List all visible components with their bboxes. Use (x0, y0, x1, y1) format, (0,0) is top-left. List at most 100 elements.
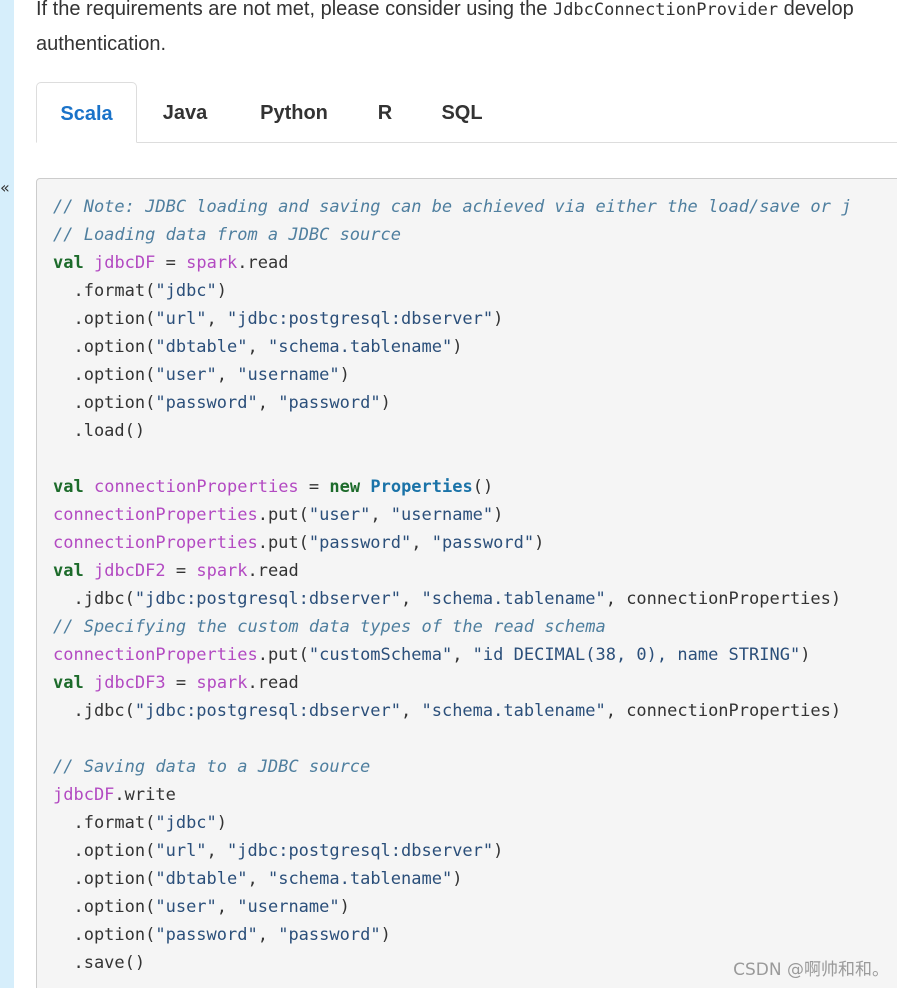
code-token-plain: , (257, 393, 279, 413)
code-token-str: "password" (278, 925, 381, 945)
code-token-plain: ) (452, 337, 463, 357)
code-line: // Saving data to a JDBC source (53, 753, 851, 781)
code-token-plain: = (165, 673, 197, 693)
code-token-str: "username" (390, 505, 494, 525)
code-token-plain: , (216, 897, 238, 917)
code-token-str: "password" (155, 393, 258, 413)
code-token-plain: , connectionProperties) (605, 701, 842, 721)
code-token-plain: , connectionProperties) (605, 589, 842, 609)
code-token-str: "password" (155, 925, 258, 945)
code-token-str: "dbtable" (155, 869, 248, 889)
code-token-str: "username" (237, 897, 340, 917)
code-token-plain: ) (493, 841, 504, 861)
code-line: .format("jdbc") (53, 809, 851, 837)
code-token-plain: .option( (53, 897, 156, 917)
code-token-plain: .save() (53, 953, 146, 973)
code-token-str: "user" (308, 505, 371, 525)
code-listing: // Note: JDBC loading and saving can be … (53, 193, 851, 977)
code-token-kw: new (329, 477, 361, 497)
code-token-plain: , (216, 365, 238, 385)
code-token-plain: .write (114, 785, 176, 805)
code-token-plain: .load() (53, 421, 146, 441)
code-line: .option("dbtable", "schema.tablename") (53, 333, 851, 361)
code-token-plain: ) (216, 281, 228, 301)
code-token-kw: val (53, 477, 84, 497)
doc-page: « If the requirements are not met, pleas… (0, 0, 897, 988)
code-token-plain: = (155, 253, 187, 273)
code-line: .save() (53, 949, 851, 977)
code-token-plain: .jdbc( (53, 701, 135, 721)
code-token-kw: val (53, 561, 84, 581)
code-line: .option("password", "password") (53, 389, 851, 417)
code-token-plain: , (257, 925, 279, 945)
code-line: .format("jdbc") (53, 277, 851, 305)
sidebar-collapse-icon[interactable]: « (0, 178, 10, 198)
code-token-plain: , (401, 701, 422, 721)
code-token-str: "password" (308, 533, 412, 553)
code-token-plain: ) (339, 897, 350, 917)
code-token-plain: .option( (53, 309, 156, 329)
code-line: .option("url", "jdbc:postgresql:dbserver… (53, 837, 851, 865)
code-token-var: spark (196, 673, 248, 693)
language-tabs: Scala Java Python R SQL (36, 82, 897, 143)
code-token-plain: .jdbc( (53, 589, 135, 609)
code-token-plain: .format( (53, 813, 156, 833)
code-token-plain: .put( (257, 533, 309, 553)
code-line: jdbcDF.write (53, 781, 851, 809)
code-token-str: "jdbc:postgresql:dbserver" (227, 309, 494, 329)
code-token-comment: // Specifying the custom data types of t… (53, 617, 606, 637)
code-token-plain: ) (380, 393, 391, 413)
code-token-kw: val (53, 673, 84, 693)
code-token-plain: .option( (53, 869, 156, 889)
code-token-var: connectionProperties (53, 645, 258, 665)
code-token-plain: , (247, 869, 268, 889)
code-token-str: "customSchema" (308, 645, 453, 665)
code-token-kw: val (53, 253, 84, 273)
tab-python[interactable]: Python (233, 82, 355, 142)
code-token-plain: ) (380, 925, 391, 945)
tab-sql[interactable]: SQL (415, 82, 509, 142)
code-token-str: "schema.tablename" (267, 337, 453, 357)
code-token-plain: .put( (257, 645, 309, 665)
code-line: .jdbc("jdbc:postgresql:dbserver", "schem… (53, 585, 851, 613)
code-token-plain: .option( (53, 393, 156, 413)
code-token-comment: // Note: JDBC loading and saving can be … (53, 197, 852, 217)
tab-scala[interactable]: Scala (36, 82, 137, 143)
intro-paragraph: If the requirements are not met, please … (36, 0, 897, 61)
code-token-plain: ) (493, 505, 504, 525)
code-token-var: jdbcDF (93, 253, 156, 273)
tab-java[interactable]: Java (137, 82, 233, 142)
code-token-plain: .read (247, 561, 299, 581)
code-line: .option("user", "username") (53, 361, 851, 389)
code-token-plain: ) (216, 813, 228, 833)
code-token-str: "jdbc" (155, 281, 217, 301)
code-token-str: "schema.tablename" (421, 589, 606, 609)
code-token-plain: ) (493, 309, 504, 329)
code-line: connectionProperties.put("password", "pa… (53, 529, 851, 557)
code-token-str: "id DECIMAL(38, 0), name STRING" (472, 645, 801, 665)
code-token-comment: // Saving data to a JDBC source (53, 757, 371, 777)
code-token-plain: = (165, 561, 197, 581)
tab-r[interactable]: R (355, 82, 415, 142)
code-line: .option("dbtable", "schema.tablename") (53, 865, 851, 893)
code-token-plain: .option( (53, 365, 156, 385)
code-line: .option("url", "jdbc:postgresql:dbserver… (53, 305, 851, 333)
code-token-var: spark (186, 253, 238, 273)
code-token-str: "password" (431, 533, 535, 553)
code-line: .option("password", "password") (53, 921, 851, 949)
code-token-plain: .option( (53, 925, 156, 945)
code-line: // Specifying the custom data types of t… (53, 613, 851, 641)
code-line: .load() (53, 417, 851, 445)
code-token-plain: , (401, 589, 422, 609)
code-line: val jdbcDF2 = spark.read (53, 557, 851, 585)
intro-text-before: If the requirements are not met, please … (36, 0, 553, 20)
code-token-str: "jdbc" (155, 813, 217, 833)
sidebar-strip (0, 0, 14, 988)
watermark: CSDN @啊帅和和。 (733, 960, 889, 980)
code-token-plain: .read (247, 673, 299, 693)
code-token-str: "username" (237, 365, 340, 385)
code-line: connectionProperties.put("customSchema",… (53, 641, 851, 669)
